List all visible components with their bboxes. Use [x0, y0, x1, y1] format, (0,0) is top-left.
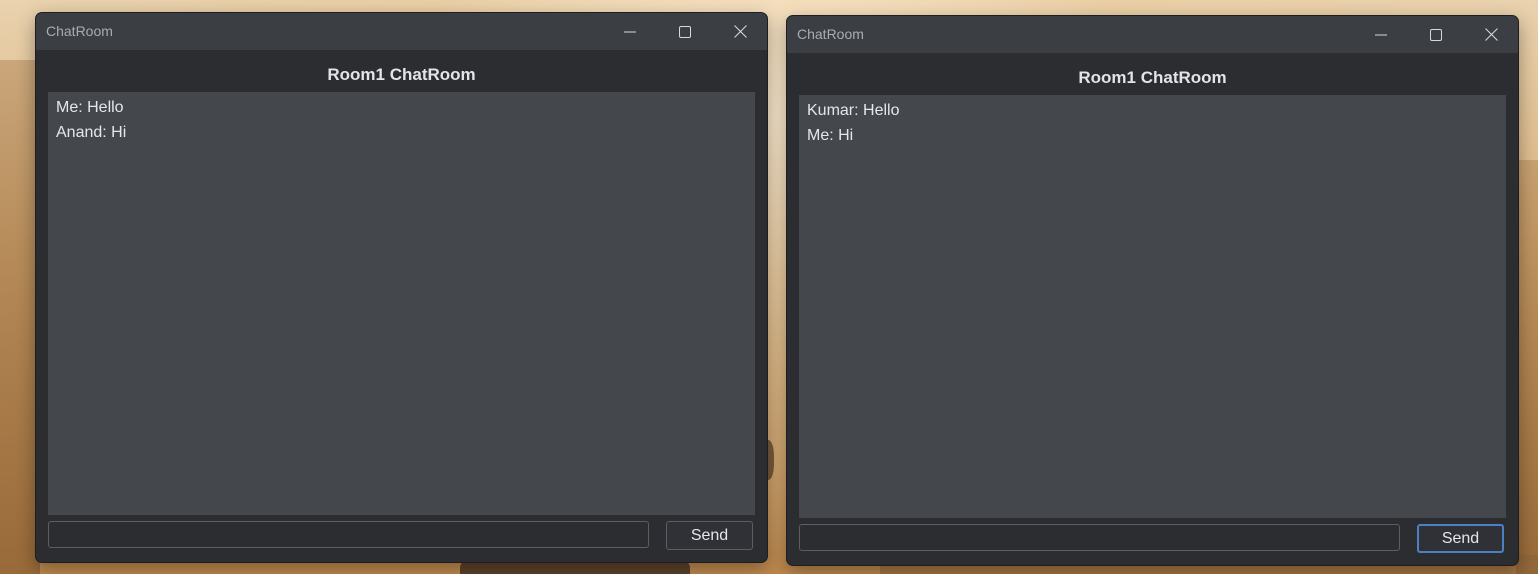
send-button[interactable]: Send: [1417, 524, 1504, 553]
chat-messages-area[interactable]: Me: Hello Anand: Hi: [48, 92, 755, 515]
maximize-button[interactable]: [662, 13, 708, 50]
desktop-background: ChatRoom Room1 ChatRoom Me: Hello Anand:…: [0, 0, 1538, 574]
chat-window-1: ChatRoom Room1 ChatRoom Me: Hello Anand:…: [35, 12, 768, 563]
maximize-button[interactable]: [1413, 16, 1459, 53]
chat-message: Kumar: Hello: [807, 102, 900, 119]
title-bar[interactable]: ChatRoom: [36, 13, 767, 50]
wallpaper-shade-left: [0, 60, 40, 574]
chat-message: Anand: Hi: [56, 124, 127, 141]
chat-message: Me: Hello: [56, 99, 124, 116]
close-icon: [1484, 28, 1498, 41]
maximize-icon: [679, 25, 691, 38]
message-input[interactable]: [48, 521, 649, 548]
room-title: Room1 ChatRoom: [327, 65, 476, 84]
wallpaper-shade-right: [1516, 160, 1538, 574]
room-title: Room1 ChatRoom: [1078, 68, 1227, 87]
close-button[interactable]: [1468, 16, 1514, 53]
title-bar[interactable]: ChatRoom: [787, 16, 1518, 53]
close-button[interactable]: [717, 13, 763, 50]
minimize-icon: [624, 31, 636, 32]
minimize-button[interactable]: [607, 13, 653, 50]
chat-messages-area[interactable]: Kumar: Hello Me: Hi: [799, 95, 1506, 518]
window-title: ChatRoom: [46, 23, 113, 39]
minimize-button[interactable]: [1358, 16, 1404, 53]
chat-message: Me: Hi: [807, 127, 854, 144]
message-input[interactable]: [799, 524, 1400, 551]
minimize-icon: [1375, 34, 1387, 35]
send-button[interactable]: Send: [666, 521, 753, 550]
close-icon: [733, 25, 747, 38]
chat-window-2: ChatRoom Room1 ChatRoom Kumar: Hello Me:…: [786, 15, 1519, 566]
window-title: ChatRoom: [797, 26, 864, 42]
maximize-icon: [1430, 28, 1442, 41]
